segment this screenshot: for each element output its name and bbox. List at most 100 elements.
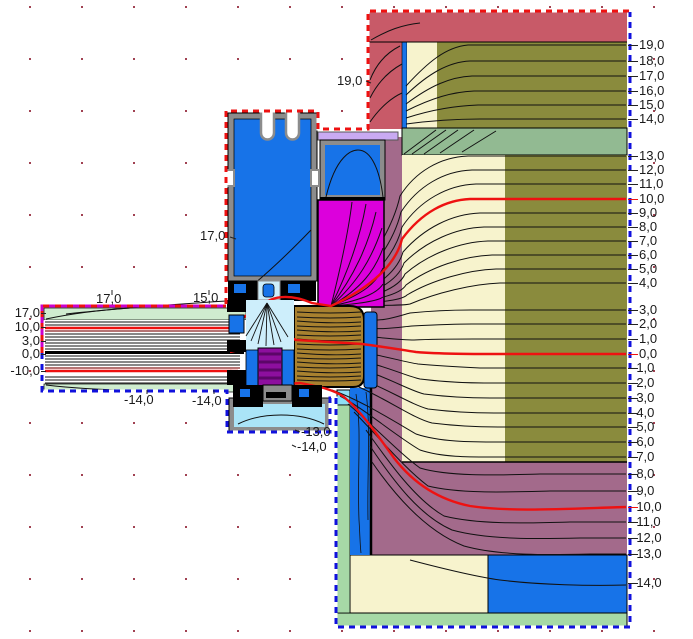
right-axis-isotherm-label: 3,0 [639,303,657,317]
isotherm-annotation: -13,0 [301,425,331,439]
isotherm-tick [628,522,638,523]
isotherm-tick [628,474,638,475]
isotherm-tick [628,491,638,492]
isotherm-tick [628,413,638,414]
isotherm-tick [628,554,638,555]
isotherm-tick [628,105,638,106]
right-axis-isotherm-label: 14,0 [639,112,664,126]
isotherm-tick [628,283,638,284]
left-axis-isotherm-label: 0,0 [2,347,40,361]
isotherm-tick [628,398,638,399]
clamp-screw [263,284,274,297]
isotherm-tick [628,45,638,46]
isotherm-tick [628,170,638,171]
isotherm-annotation: 15,0 [193,291,218,305]
isotherm-tick [628,427,638,428]
isotherm-tick [628,76,638,77]
right-axis-isotherm-label: 10,0 [639,192,664,206]
olive-upper-region [437,42,627,128]
isotherm-annotation: -14,0 [124,393,154,407]
right-axis-isotherm-label: 13,0 [639,149,664,163]
gasket-arm-top [227,300,246,312]
isotherm-tick [41,341,46,342]
sill-gasket-right-blue [299,389,309,397]
isotherm-tick [628,241,638,242]
lower-blue-strip-right [282,350,294,388]
glazing-unit [44,301,246,392]
gasket-arm-bottom [227,370,248,385]
isotherm-tick [628,339,638,340]
gasket-arm-mid [227,340,246,352]
sill-center-gasket [266,392,286,398]
isotherm-tick [41,354,46,355]
lower-blue-strip-left [246,350,258,388]
isotherm-tick [628,457,638,458]
isotherm-annotation: 17,0 [96,292,121,306]
wall-left-column [368,42,402,129]
right-axis-isotherm-label: 7,0 [639,234,657,248]
isotherm-tick [628,310,638,311]
isotherm-annotation: -14,0 [192,394,222,408]
left-axis-isotherm-label: -10,0 [2,364,40,378]
isotherm-tick [628,156,638,157]
bottom-blue-block [488,555,627,613]
right-axis-isotherm-label: 19,0 [639,38,664,52]
isotherm-tick [628,383,638,384]
right-axis-isotherm-label: 8,0 [639,220,657,234]
right-axis-isotherm-label: 9,0 [639,206,657,220]
isotherm-tick [628,199,638,200]
right-axis-isotherm-label: 15,0 [639,98,664,112]
isotherm-tick [41,313,46,314]
right-axis-isotherm-label: 12,0 [639,163,664,177]
isotherm-tick [628,213,638,214]
magenta-thermal-break [318,200,384,307]
right-axis-isotherm-label: 11,0 [639,177,663,191]
isotherm-tick [628,61,638,62]
isotherm-tick [628,507,638,508]
isotherm-tick [628,324,638,325]
clamp-blue-left [234,284,246,293]
right-axis-isotherm-label: 6,0 [639,248,657,262]
sage-band [402,128,627,155]
isotherm-annotation: 17,0 [200,229,225,243]
isotherm-tick [41,371,46,372]
wall-top-band [368,11,627,42]
upper-profile-chamber [234,119,311,276]
right-axis-isotherm-label: 0,0 [639,347,657,361]
profile-notch-1 [261,111,274,140]
isotherm-tick [628,583,638,584]
olive-main-region [505,155,627,462]
isotherm-tick [628,91,638,92]
isotherm-tick [628,227,638,228]
right-axis-isotherm-label: 2,0 [639,317,657,331]
cream-upper-band [407,42,437,128]
isotherm-tick [628,354,638,355]
isotherm-tick [628,538,638,539]
right-axis-isotherm-label: 16,0 [639,84,664,98]
right-axis-isotherm-label: 17,0 [639,69,664,83]
green-vertical-strip [337,405,350,613]
isotherm-tick [41,327,46,328]
isotherm-tick [628,368,638,369]
sill-gasket-left-blue [240,389,250,397]
isotherm-tick [628,119,638,120]
isotherm-annotation: 19,0 [337,74,362,88]
left-axis-isotherm-label: 10,0 [2,320,40,334]
profile-tab-right [311,170,319,186]
isotherm-plot-canvas: 19,018,017,016,015,014,013,012,011,010,0… [0,0,693,639]
left-axis-isotherm-label: 17,0 [2,306,40,320]
tan-block-blue-strip [364,312,377,388]
isotherm-tick [628,442,638,443]
isotherm-tick [628,255,638,256]
lavender-strip [318,132,398,140]
right-axis-isotherm-label: 4,0 [639,276,657,290]
spacer-block [229,315,244,333]
glazing-zero-line [45,351,244,354]
right-axis-isotherm-label: 18,0 [639,54,664,68]
isotherm-tick [628,269,638,270]
glazing-rebate-box [325,145,380,195]
clamp-blue-right [288,284,300,293]
isotherm-diagram [0,0,693,639]
right-axis-isotherm-label: 5,0 [639,262,657,276]
isotherm-annotation: -14,0 [297,440,327,454]
